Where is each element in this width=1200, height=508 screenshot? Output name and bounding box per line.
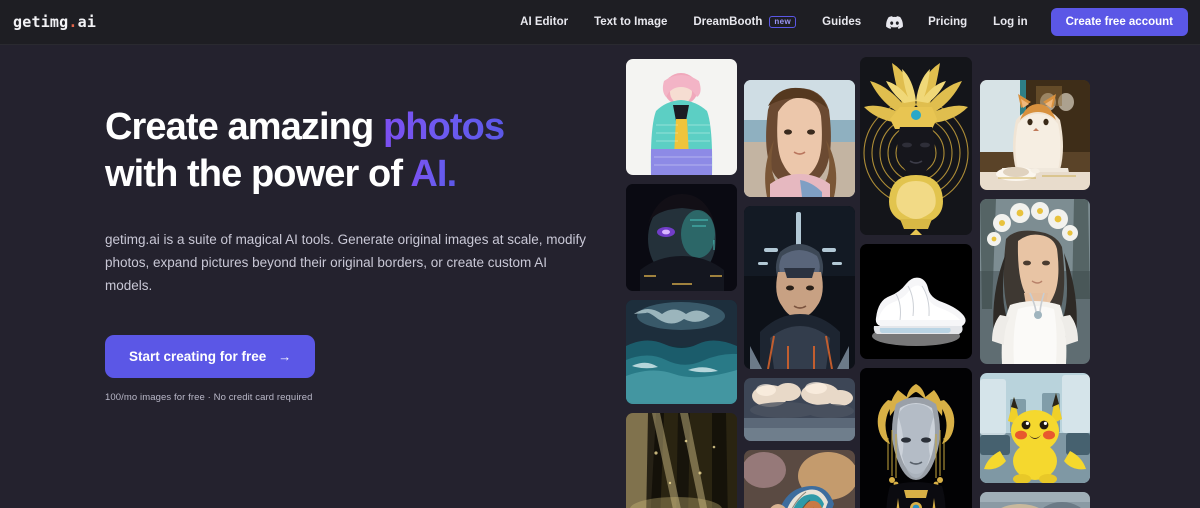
logo-dot: . bbox=[68, 13, 78, 31]
discord-link[interactable] bbox=[874, 15, 915, 29]
image-gallery bbox=[626, 46, 1200, 508]
gallery-image-stormy-ocean-waves[interactable] bbox=[626, 300, 737, 404]
start-creating-button[interactable]: Start creating for free → bbox=[105, 335, 316, 378]
arrow-right-icon: → bbox=[278, 349, 292, 364]
cta-fineprint: 100/mo images for free · No credit card … bbox=[105, 392, 313, 403]
start-creating-label: Start creating for free bbox=[129, 349, 267, 364]
gallery-image-sunlit-forest[interactable] bbox=[626, 413, 737, 508]
gallery-column-1 bbox=[626, 46, 737, 508]
nav-item-guides[interactable]: Guides bbox=[809, 0, 874, 45]
gallery-image-cloudscape-over-sea[interactable] bbox=[744, 378, 855, 441]
page-title: Create amazing photos with the power of … bbox=[105, 104, 605, 198]
top-navigation-bar: getimg.ai AI Editor Text to Image DreamB… bbox=[0, 0, 1200, 45]
gallery-column-3 bbox=[860, 46, 972, 508]
logo-suffix: ai bbox=[77, 13, 97, 31]
logo[interactable]: getimg.ai bbox=[13, 13, 96, 31]
gallery-image-pikachu-city-street[interactable] bbox=[980, 373, 1090, 483]
nav-item-pricing[interactable]: Pricing bbox=[915, 0, 980, 45]
gallery-image-white-sneaker-product-shot[interactable] bbox=[860, 244, 972, 359]
gallery-image-golden-deity-mask[interactable] bbox=[860, 57, 972, 235]
gallery-image-flower-crown-woman-forest[interactable] bbox=[980, 199, 1090, 364]
gallery-image-silver-goddess-statue[interactable] bbox=[860, 368, 972, 508]
headline-line2-plain: with the power of bbox=[105, 153, 411, 195]
headline-accent-photos: photos bbox=[382, 106, 505, 148]
gallery-image-cyberpunk-portrait-neon[interactable] bbox=[626, 184, 737, 291]
landing-page: getimg.ai AI Editor Text to Image DreamB… bbox=[0, 0, 1200, 508]
nav-links: AI Editor Text to Image DreamBooth new G… bbox=[507, 0, 1200, 45]
headline-line1-plain: Create amazing bbox=[105, 106, 383, 148]
new-badge: new bbox=[769, 15, 797, 29]
gallery-image-ornate-feathered-headdress[interactable] bbox=[744, 450, 855, 508]
discord-icon bbox=[886, 15, 904, 29]
nav-item-text-to-image[interactable]: Text to Image bbox=[581, 0, 680, 45]
hero-section: Create amazing photos with the power of … bbox=[105, 104, 605, 403]
create-free-account-button[interactable]: Create free account bbox=[1050, 8, 1188, 36]
gallery-image-sci-fi-armored-warrior[interactable] bbox=[744, 206, 855, 369]
gallery-column-4 bbox=[980, 46, 1090, 508]
hero-description: getimg.ai is a suite of magical AI tools… bbox=[105, 232, 586, 293]
headline-accent-ai: AI. bbox=[410, 153, 457, 195]
gallery-image-partial-bottom-image[interactable] bbox=[980, 492, 1090, 508]
logo-name: getimg bbox=[13, 13, 69, 31]
gallery-image-ginger-cat-tea-table[interactable] bbox=[980, 80, 1090, 190]
nav-item-dreambooth[interactable]: DreamBooth new bbox=[680, 15, 809, 29]
nav-item-dreambooth-label: DreamBooth bbox=[693, 16, 763, 28]
nav-item-ai-editor[interactable]: AI Editor bbox=[507, 0, 581, 45]
gallery-image-young-woman-beach-portrait[interactable] bbox=[744, 80, 855, 197]
gallery-column-2 bbox=[744, 46, 855, 508]
nav-item-login[interactable]: Log in bbox=[980, 0, 1041, 45]
gallery-image-fashion-portrait-puffer-jacket[interactable] bbox=[626, 59, 737, 175]
